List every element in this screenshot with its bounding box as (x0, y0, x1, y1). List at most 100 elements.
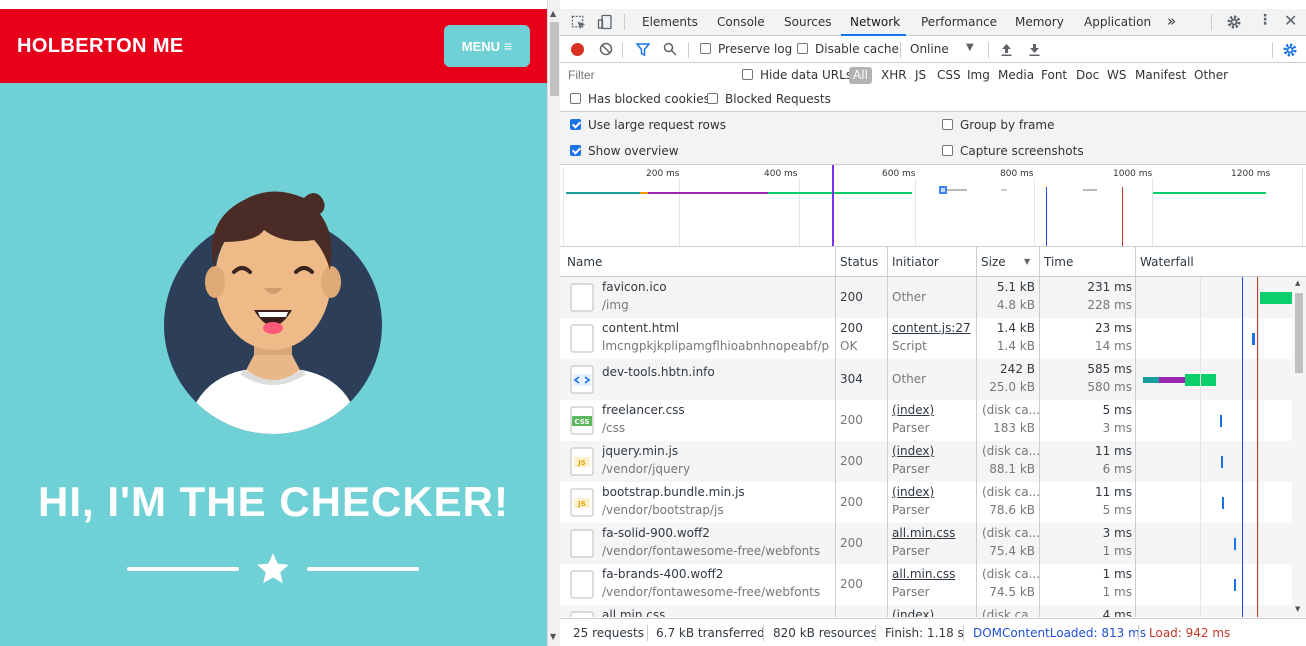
menu-button[interactable]: MENU ≡ (444, 25, 530, 67)
request-row[interactable]: JS jquery.min.js /vendor/jquery 200 (ind… (560, 441, 1292, 482)
settings-gear-icon[interactable] (1226, 14, 1242, 30)
request-list[interactable]: favicon.ico /img 200 Other 5.1 kB 4.8 kB… (560, 277, 1292, 617)
column-size[interactable]: Size (976, 247, 1006, 277)
request-initiator-link[interactable]: (index) (892, 485, 934, 499)
more-tabs-icon[interactable]: » (1167, 12, 1176, 30)
request-status: 304 (840, 372, 863, 386)
request-initiator-link[interactable]: (index) (892, 403, 934, 417)
request-status: 200 (840, 290, 863, 304)
more-options-icon[interactable]: ⋮ (1258, 12, 1272, 28)
show-overview-checkbox[interactable] (570, 145, 581, 156)
has-blocked-cookies-checkbox[interactable] (570, 93, 581, 104)
request-row[interactable]: favicon.ico /img 200 Other 5.1 kB 4.8 kB… (560, 277, 1292, 318)
column-waterfall[interactable]: Waterfall (1135, 247, 1194, 277)
request-row[interactable]: all.min.css (index) (disk ca... 4 ms (560, 605, 1292, 617)
tab-application[interactable]: Application (1084, 15, 1151, 29)
blank-file-icon (570, 324, 594, 353)
record-button[interactable] (571, 43, 584, 56)
filter-type-css[interactable]: CSS (937, 68, 961, 82)
scroll-down-arrow-icon[interactable]: ▼ (550, 632, 556, 641)
tab-console[interactable]: Console (717, 15, 765, 29)
tab-performance[interactable]: Performance (921, 15, 997, 29)
request-list-scrollbar[interactable]: ▲ ▼ (1292, 277, 1306, 617)
request-row[interactable]: dev-tools.hbtn.info 304 Other 242 B 25.0… (560, 359, 1292, 400)
network-status-bar: 25 requests 6.7 kB transferred 820 kB re… (560, 618, 1306, 646)
request-list-scrollbar-thumb[interactable] (1295, 293, 1303, 373)
toolbar-separator (688, 42, 689, 58)
device-toolbar-icon[interactable] (597, 14, 613, 30)
overview-tick: 200 ms (646, 169, 680, 179)
preserve-log-checkbox[interactable] (700, 43, 711, 54)
devtools-tab-bar: Elements Console Sources Network Perform… (560, 9, 1306, 36)
request-row[interactable]: CSS freelancer.css /css 200 (index) Pars… (560, 400, 1292, 441)
js-file-icon: JS (570, 447, 594, 476)
website-scrollbar[interactable]: ▲ ▼ (547, 0, 560, 646)
request-time: 585 ms (1087, 362, 1132, 376)
group-by-frame-checkbox[interactable] (942, 119, 953, 130)
throttling-select[interactable]: Online (910, 42, 949, 56)
hide-data-urls-checkbox[interactable] (742, 69, 753, 80)
scroll-up-arrow-icon[interactable]: ▲ (550, 9, 556, 18)
filter-type-js[interactable]: JS (915, 68, 926, 82)
filter-type-font[interactable]: Font (1041, 68, 1067, 82)
search-icon[interactable] (663, 42, 677, 56)
tab-elements[interactable]: Elements (642, 15, 698, 29)
network-overview-timeline[interactable]: 200 ms 400 ms 600 ms 800 ms 1000 ms 1200… (560, 164, 1306, 247)
filter-type-all[interactable]: All (849, 67, 872, 84)
column-time[interactable]: Time (1039, 247, 1073, 277)
inspect-element-icon[interactable] (571, 15, 586, 30)
scroll-up-arrow-icon[interactable]: ▲ (1295, 279, 1300, 287)
filter-type-ws[interactable]: WS (1107, 68, 1126, 82)
request-latency: 3 ms (1102, 421, 1132, 435)
column-status[interactable]: Status (835, 247, 878, 277)
request-row[interactable]: fa-solid-900.woff2 /vendor/fontawesome-f… (560, 523, 1292, 564)
use-large-rows-checkbox[interactable] (570, 119, 581, 130)
request-time: 4 ms (1102, 608, 1132, 617)
request-time: 231 ms (1087, 280, 1132, 294)
js-file-icon: JS (570, 488, 594, 517)
scroll-down-arrow-icon[interactable]: ▼ (1295, 605, 1300, 613)
request-initiator-link[interactable]: content.js:27 (892, 321, 971, 335)
overview-dcl-marker (1046, 187, 1047, 246)
request-initiator-link[interactable]: all.min.css (892, 567, 955, 581)
filter-icon[interactable] (636, 43, 650, 56)
chevron-down-icon[interactable]: ▼ (966, 42, 974, 53)
overview-dcl-line (832, 165, 834, 246)
filter-type-media[interactable]: Media (998, 68, 1034, 82)
tab-memory[interactable]: Memory (1015, 15, 1064, 29)
disable-cache-checkbox[interactable] (797, 43, 808, 54)
toolbar-separator (900, 42, 901, 58)
request-resource-size: 183 kB (993, 421, 1035, 435)
network-settings-gear-icon[interactable] (1282, 42, 1298, 58)
overview-load-marker (1122, 187, 1123, 246)
request-row[interactable]: JS bootstrap.bundle.min.js /vendor/boots… (560, 482, 1292, 523)
filter-type-doc[interactable]: Doc (1076, 68, 1099, 82)
website-scrollbar-thumb[interactable] (550, 22, 559, 96)
header-column-separator (1135, 247, 1136, 277)
request-initiator-link[interactable]: all.min.css (892, 526, 955, 540)
brand-logo-text[interactable]: HOLBERTON ME (17, 35, 184, 58)
request-initiator-link[interactable]: (index) (892, 444, 934, 458)
request-row[interactable]: fa-brands-400.woff2 /vendor/fontawesome-… (560, 564, 1292, 605)
clear-icon[interactable] (599, 42, 613, 56)
capture-screenshots-checkbox[interactable] (942, 145, 953, 156)
sort-descending-icon[interactable]: ▼ (1024, 257, 1030, 266)
request-initiator-link[interactable]: (index) (892, 608, 934, 617)
blocked-requests-checkbox[interactable] (707, 93, 718, 104)
column-initiator[interactable]: Initiator (887, 247, 939, 277)
dom-content-loaded-time: DOMContentLoaded: 813 ms (973, 626, 1147, 640)
filter-type-other[interactable]: Other (1194, 68, 1228, 82)
filter-type-manifest[interactable]: Manifest (1135, 68, 1186, 82)
close-devtools-icon[interactable]: ✕ (1284, 11, 1297, 30)
import-har-icon[interactable] (1000, 42, 1013, 57)
filter-type-img[interactable]: Img (967, 68, 990, 82)
column-name[interactable]: Name (562, 247, 602, 277)
tab-separator (624, 14, 625, 30)
svg-text:JS: JS (577, 459, 586, 467)
tab-sources[interactable]: Sources (784, 15, 831, 29)
request-row[interactable]: content.html lmcngpkjkplipamgflhioabnhno… (560, 318, 1292, 359)
filter-type-xhr[interactable]: XHR (881, 68, 907, 82)
tab-network[interactable]: Network (850, 15, 900, 29)
filter-input[interactable] (563, 65, 730, 85)
export-har-icon[interactable] (1028, 42, 1041, 57)
